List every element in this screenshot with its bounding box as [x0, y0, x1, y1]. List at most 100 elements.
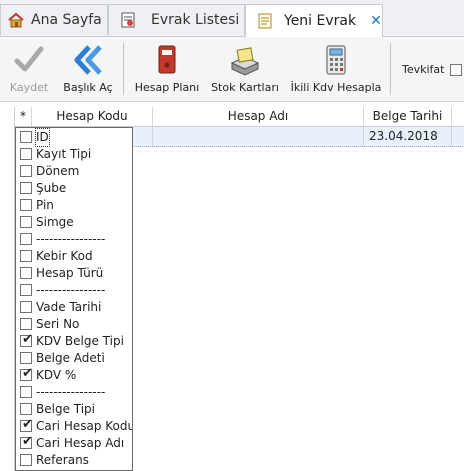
column-header-hesap-kodu[interactable]: Hesap Kodu: [32, 107, 153, 126]
tab-ana-sayfa[interactable]: Ana Sayfa: [0, 4, 108, 35]
column-chooser-item[interactable]: Belge Tipi: [16, 401, 132, 418]
dual-vat-label: İkili Kdv Hesapla: [290, 81, 382, 94]
column-chooser-item[interactable]: Kayıt Tipi: [16, 146, 132, 163]
header-open-button[interactable]: Başlık Aç: [58, 37, 118, 101]
column-chooser-label: Kayıt Tipi: [36, 147, 92, 161]
column-header-hesap-adi[interactable]: Hesap Adı: [153, 107, 364, 126]
column-chooser-label: KDV %: [36, 368, 77, 382]
column-chooser-item[interactable]: ✔ Cari Hesap Kodu: [16, 417, 133, 435]
column-chooser-item[interactable]: Hesap Türü: [16, 265, 132, 282]
column-checkbox[interactable]: [20, 182, 32, 194]
column-chooser-label: Vade Tarihi: [36, 300, 102, 314]
tevkifat-label: Tevkifat: [402, 63, 445, 76]
tab-bar: Ana Sayfa Evrak Listesi Yeni Evrak ✕: [0, 0, 464, 37]
column-checkbox[interactable]: [20, 318, 32, 330]
column-chooser-item[interactable]: ✔ Cari Hesap Adı: [16, 434, 132, 452]
column-checkbox[interactable]: [20, 267, 32, 279]
column-chooser-item[interactable]: ----------------: [16, 231, 132, 248]
checkmark-icon: ✔: [22, 417, 33, 432]
column-checkbox[interactable]: ✔: [20, 332, 33, 347]
column-chooser-label: ----------------: [36, 232, 106, 246]
column-checkbox[interactable]: [20, 250, 32, 262]
column-chooser-item[interactable]: Referans: [16, 452, 132, 469]
dual-vat-button[interactable]: İkili Kdv Hesapla: [291, 37, 381, 101]
tab-label: Evrak Listesi: [151, 12, 240, 28]
checkmark-icon: [14, 46, 44, 72]
column-chooser-item[interactable]: Pin: [16, 197, 132, 214]
column-chooser-item[interactable]: Simge: [16, 214, 132, 231]
stock-cards-button[interactable]: Stok Kartları: [211, 37, 279, 101]
column-checkbox[interactable]: [20, 148, 32, 160]
column-chooser-item[interactable]: ----------------: [16, 384, 132, 401]
column-chooser-label: Kebir Kod: [36, 249, 93, 263]
toolbar-divider: [123, 43, 124, 95]
home-icon: [8, 12, 24, 28]
column-checkbox[interactable]: [20, 386, 32, 398]
column-checkbox[interactable]: [20, 352, 32, 364]
column-chooser-label: Simge: [36, 215, 74, 229]
column-chooser-label: Seri No: [36, 317, 80, 331]
toolbar: Kaydet Başlık Aç Hesap Planı Stok Kartla…: [0, 37, 464, 102]
document-icon: [121, 12, 135, 28]
column-chooser-item[interactable]: ID: [16, 128, 132, 147]
column-chooser-corner[interactable]: *: [15, 107, 32, 126]
grid-header: * Hesap Kodu Hesap Adı Belge Tarihi: [15, 107, 464, 127]
tevkifat-checkbox[interactable]: [450, 64, 462, 76]
column-checkbox[interactable]: [20, 403, 32, 415]
column-checkbox[interactable]: [20, 233, 32, 245]
column-chooser-label: ----------------: [36, 283, 106, 297]
cell-hesap-adi[interactable]: [153, 127, 364, 146]
tab-label: Ana Sayfa: [31, 12, 102, 28]
checkmark-icon: ✔: [22, 332, 33, 347]
column-checkbox[interactable]: [20, 216, 32, 228]
column-chooser-item[interactable]: Belge Adeti: [16, 350, 132, 367]
calculator-icon: [326, 45, 346, 75]
column-checkbox[interactable]: [20, 301, 32, 313]
save-label: Kaydet: [9, 81, 49, 94]
column-chooser-item[interactable]: Kebir Kod: [16, 248, 132, 265]
column-chooser-item[interactable]: ✔ KDV %: [16, 366, 132, 384]
column-chooser-label: ID: [35, 128, 50, 147]
column-header-belge-tarihi[interactable]: Belge Tarihi: [364, 107, 452, 126]
column-chooser-item[interactable]: Seri No: [16, 316, 132, 333]
checkmark-icon: ✔: [22, 366, 33, 381]
binder-icon: [158, 45, 176, 74]
tab-yeni-evrak[interactable]: Yeni Evrak ✕: [245, 4, 383, 37]
column-checkbox[interactable]: [20, 284, 32, 296]
column-chooser-label: Pin: [36, 198, 54, 212]
column-chooser-item[interactable]: ----------------: [16, 282, 132, 299]
column-chooser-label: Dönem: [36, 164, 80, 178]
column-checkbox[interactable]: [20, 454, 32, 466]
close-tab-icon[interactable]: ✕: [370, 13, 382, 29]
tab-evrak-listesi[interactable]: Evrak Listesi: [108, 4, 245, 35]
save-button[interactable]: Kaydet: [6, 37, 52, 101]
column-chooser-label: KDV Belge Tipi: [36, 334, 124, 348]
column-chooser-label: Referans: [36, 453, 89, 467]
column-chooser-menu: ID Kayıt Tipi Dönem Şube Pin Simge -----------…: [15, 127, 133, 471]
column-checkbox[interactable]: ✔: [20, 434, 33, 449]
column-chooser-label: Belge Tipi: [36, 402, 96, 416]
account-plan-label: Hesap Planı: [134, 81, 200, 94]
toolbar-divider: [390, 43, 391, 95]
checkmark-icon: ✔: [22, 434, 33, 449]
column-checkbox[interactable]: [20, 131, 32, 143]
column-chooser-label: ----------------: [36, 385, 106, 399]
column-chooser-label: Hesap Türü: [36, 266, 104, 280]
column-chooser-label: Cari Hesap Kodu: [36, 419, 133, 433]
card-box-icon: [230, 47, 260, 76]
double-chevron-left-icon: [74, 45, 102, 75]
column-chooser-item[interactable]: ✔ KDV Belge Tipi: [16, 332, 132, 350]
column-checkbox[interactable]: ✔: [20, 417, 33, 432]
column-checkbox[interactable]: [20, 199, 32, 211]
column-checkbox[interactable]: ✔: [20, 366, 33, 381]
stock-cards-label: Stok Kartları: [211, 81, 279, 94]
column-chooser-item[interactable]: Vade Tarihi: [16, 299, 132, 316]
column-chooser-item[interactable]: Şube: [16, 180, 132, 197]
cell-belge-tarihi[interactable]: 23.04.2018: [364, 127, 452, 146]
new-document-icon: [258, 13, 272, 29]
tab-label: Yeni Evrak: [284, 13, 357, 29]
column-chooser-item[interactable]: Dönem: [16, 163, 132, 180]
column-checkbox[interactable]: [20, 165, 32, 177]
column-chooser-label: Belge Adeti: [36, 351, 105, 365]
account-plan-button[interactable]: Hesap Planı: [134, 37, 200, 101]
